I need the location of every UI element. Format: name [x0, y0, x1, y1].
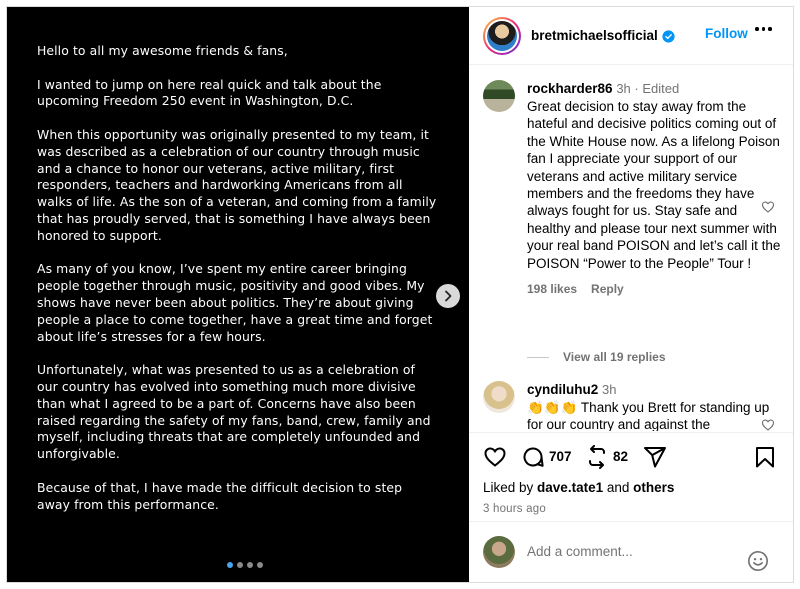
- statement-paragraph: Because of that, I have made the difficu…: [37, 479, 403, 512]
- post-statement-text: Hello to all my awesome friends & fans, …: [37, 43, 437, 530]
- carousel-next-button[interactable]: [436, 284, 460, 308]
- comment-text: Great decision to stay away from the hat…: [527, 99, 781, 271]
- more-options-icon[interactable]: [755, 27, 772, 31]
- comment-count: 707: [549, 449, 572, 464]
- comments-list: rockharder86 3h · Edited Great decision …: [469, 66, 793, 431]
- heart-icon[interactable]: [483, 445, 507, 469]
- liked-by-prefix: Liked by: [483, 480, 538, 495]
- author-username[interactable]: bretmichaelsofficial: [531, 28, 658, 43]
- add-comment-input[interactable]: [527, 544, 727, 559]
- share-icon[interactable]: [643, 445, 667, 469]
- author-avatar[interactable]: [483, 16, 521, 55]
- view-replies-label: View all 19 replies: [563, 350, 666, 364]
- liked-by-text: Liked by dave.tate1 and others: [483, 480, 674, 495]
- carousel-indicator: [7, 562, 469, 568]
- comment-meta: 3h: [602, 382, 617, 397]
- commenter-avatar[interactable]: [483, 80, 515, 112]
- commenter-username[interactable]: rockharder86: [527, 81, 613, 96]
- post-actions: 707 82 Liked by dave.tate1 and others 3 …: [469, 432, 793, 515]
- repost-count: 82: [613, 449, 629, 464]
- view-replies-button[interactable]: View all 19 replies: [527, 350, 666, 364]
- comment-icon[interactable]: [521, 445, 545, 469]
- comment-likes[interactable]: 198 likes: [527, 282, 577, 296]
- comment-text: 👏👏👏 Thank you Brett for standing up for …: [527, 400, 770, 431]
- bookmark-icon[interactable]: [753, 445, 777, 469]
- add-comment-bar: [469, 521, 793, 582]
- verified-badge-icon: [662, 29, 675, 43]
- reply-button[interactable]: Reply: [591, 282, 624, 296]
- carousel-dot: [247, 562, 253, 568]
- follow-button[interactable]: Follow: [705, 26, 748, 41]
- replies-divider: [527, 356, 549, 358]
- post-modal: Hello to all my awesome friends & fans, …: [6, 6, 794, 583]
- statement-paragraph: Hello to all my awesome friends & fans,: [37, 43, 288, 58]
- emoji-icon[interactable]: [747, 550, 769, 572]
- post-timestamp[interactable]: 3 hours ago: [483, 503, 546, 515]
- commenter-avatar[interactable]: [483, 381, 515, 413]
- statement-paragraph: I wanted to jump on here real quick and …: [37, 76, 382, 109]
- statement-paragraph: Unfortunately, what was presented to us …: [37, 362, 431, 462]
- post-header: bretmichaelsofficial Follow: [469, 7, 793, 65]
- carousel-dot: [257, 562, 263, 568]
- current-user-avatar: [483, 536, 515, 568]
- statement-paragraph: When this opportunity was originally pre…: [37, 126, 437, 243]
- statement-paragraph: As many of you know, I’ve spent my entir…: [37, 261, 433, 344]
- commenter-username[interactable]: cyndiluhu2: [527, 382, 598, 397]
- carousel-dot: [237, 562, 243, 568]
- liked-by-others[interactable]: others: [633, 480, 674, 495]
- comment-meta: 3h · Edited: [616, 81, 680, 96]
- liked-by-user[interactable]: dave.tate1: [537, 480, 603, 495]
- liked-by-and: and: [603, 480, 634, 495]
- post-side-panel: bretmichaelsofficial Follow rockharder86…: [469, 7, 793, 582]
- repost-icon[interactable]: [585, 445, 609, 469]
- heart-icon[interactable]: [761, 200, 775, 214]
- chevron-right-icon: [445, 290, 452, 302]
- post-media: Hello to all my awesome friends & fans, …: [7, 7, 469, 582]
- heart-icon[interactable]: [761, 418, 775, 431]
- carousel-dot: [227, 562, 233, 568]
